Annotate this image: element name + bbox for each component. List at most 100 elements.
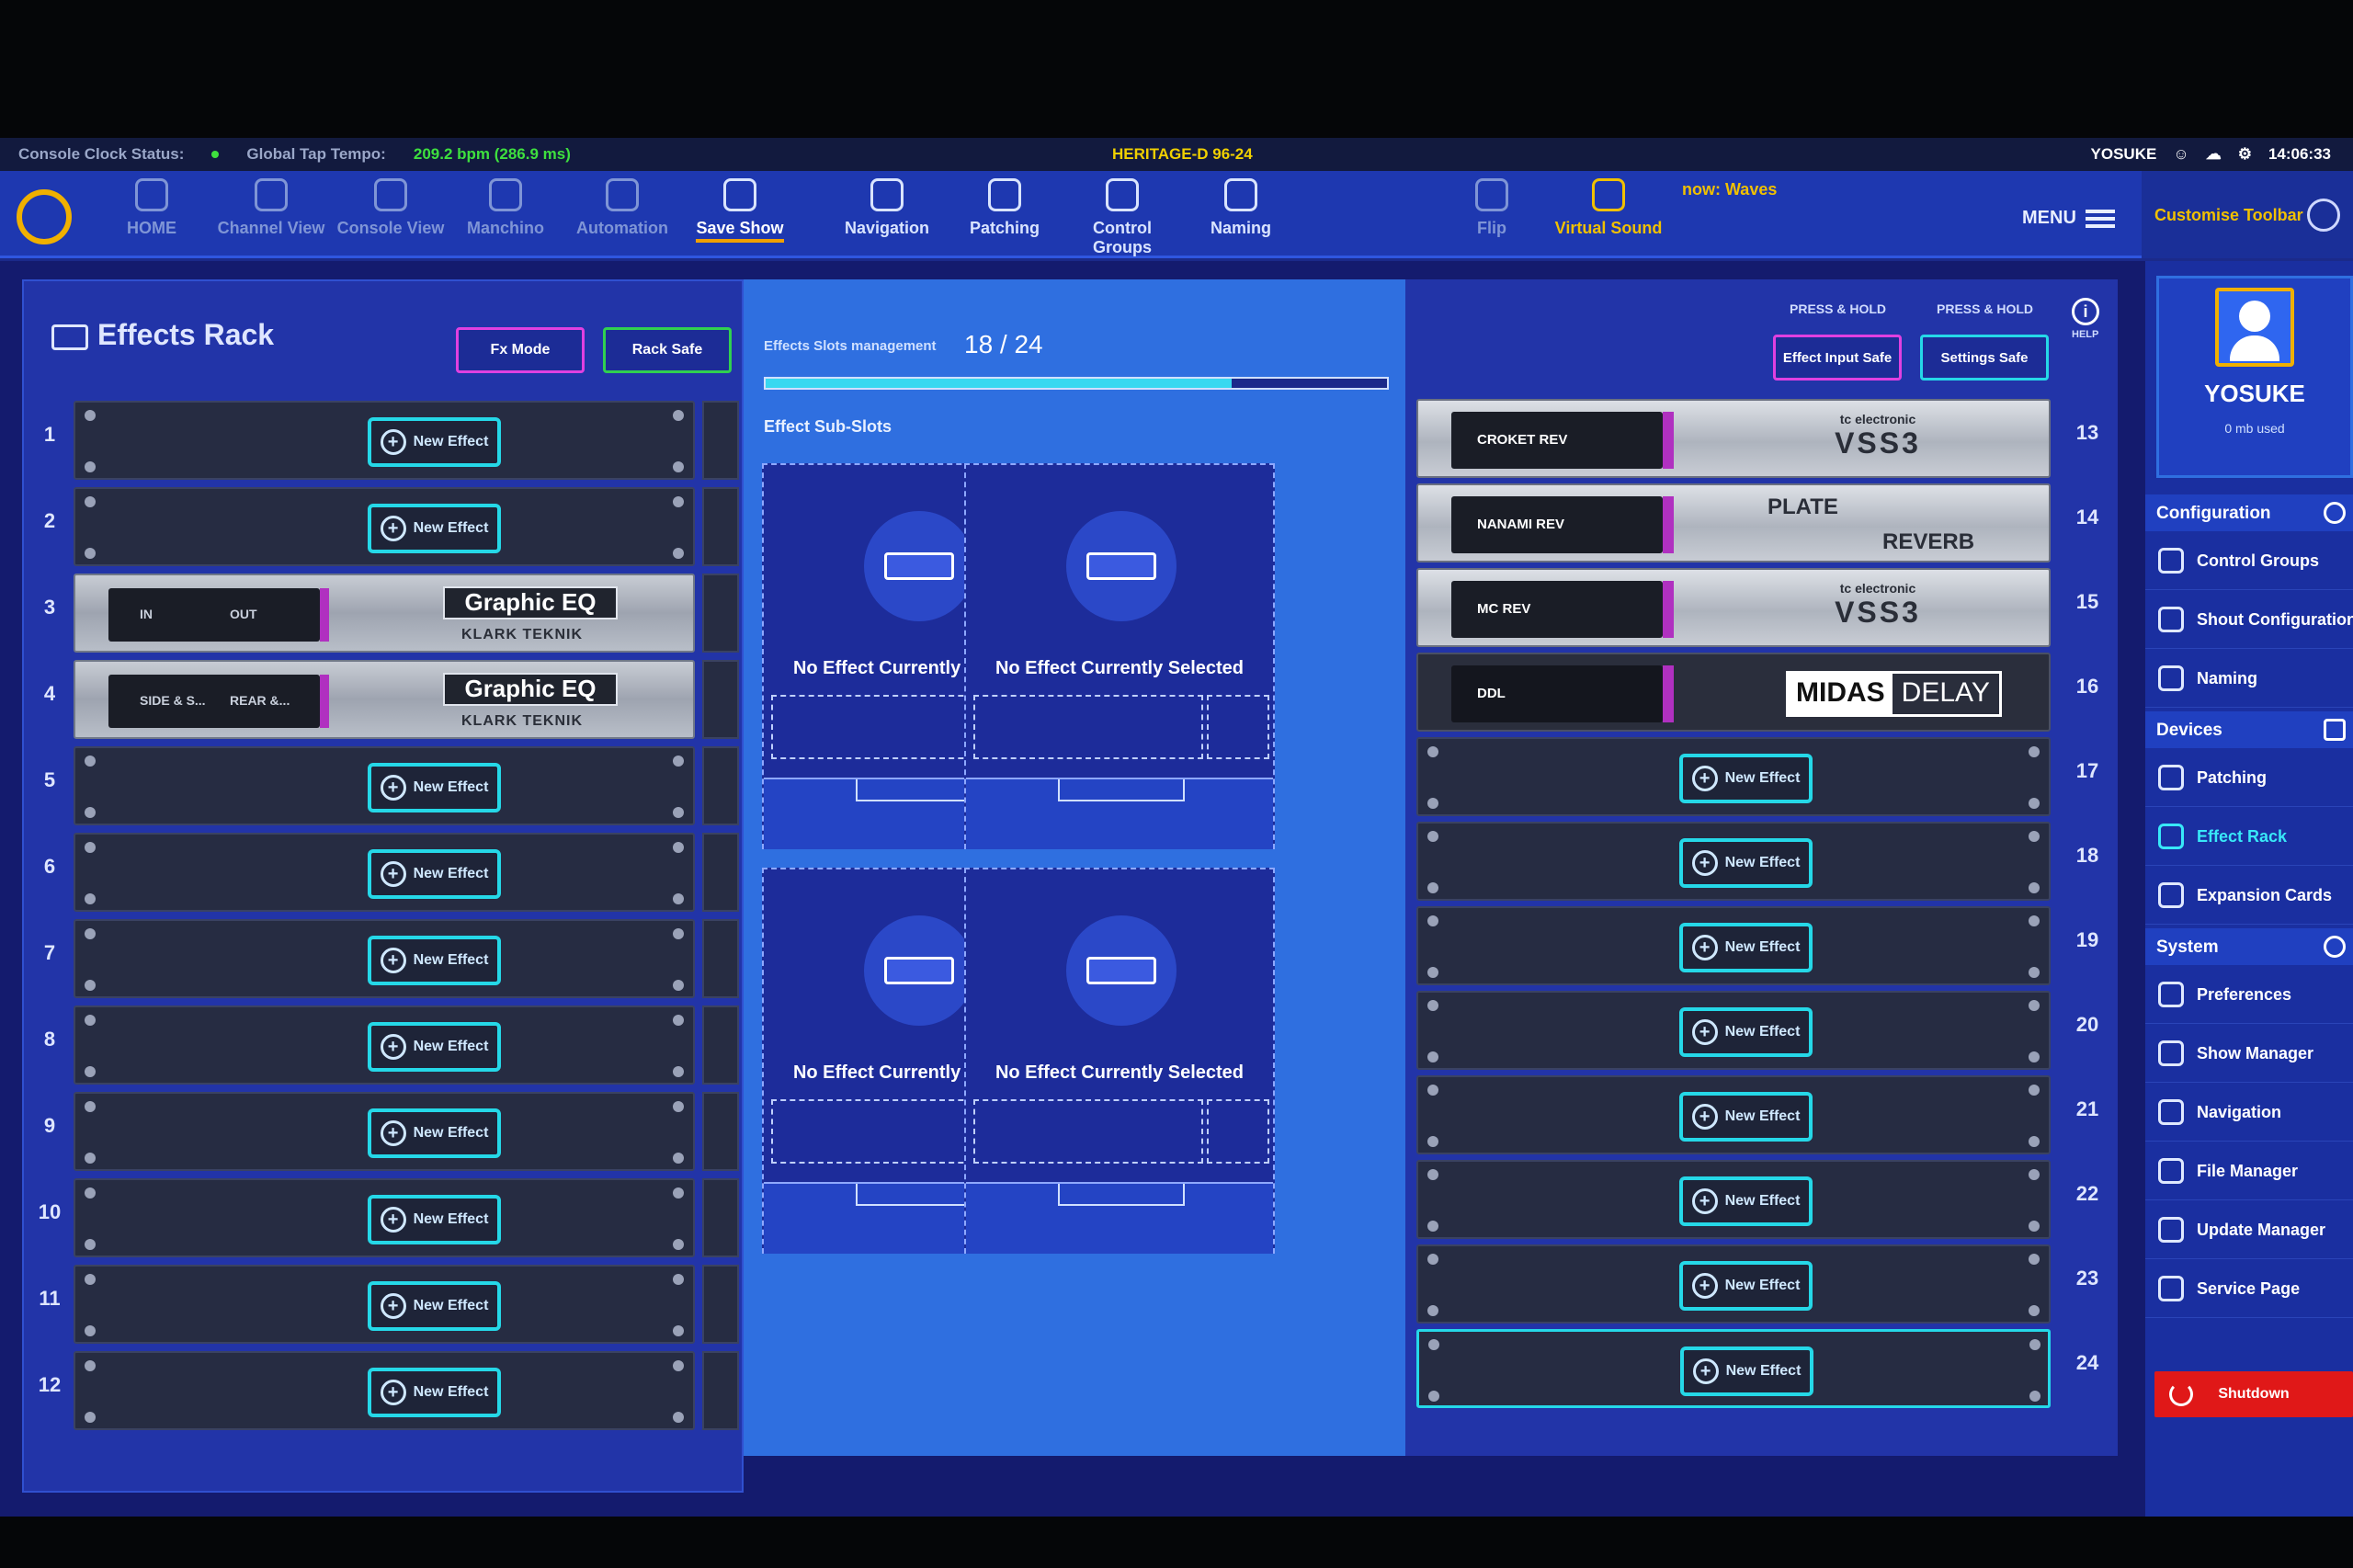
plus-icon: + bbox=[380, 948, 406, 973]
rack-slot-number: 12 bbox=[38, 1373, 62, 1396]
toolbar-control-groups[interactable]: Control Groups bbox=[1067, 178, 1177, 257]
new-effect-button[interactable]: + New Effect bbox=[1679, 923, 1813, 972]
new-effect-button[interactable]: + New Effect bbox=[368, 1022, 501, 1072]
reverb-unit[interactable]: CROKET REV tc electronic VSS3 bbox=[1416, 399, 2051, 478]
storage-usage: 0 mb used bbox=[2224, 421, 2285, 436]
new-effect-button[interactable]: + New Effect bbox=[368, 849, 501, 899]
plus-icon: + bbox=[380, 861, 406, 887]
rack-screw-icon bbox=[2029, 915, 2040, 926]
main-area: Effects Rack Fx Mode Rack Safe 1 + New Eff… bbox=[0, 261, 2353, 1517]
sidebar: YOSUKE 0 mb used Configuration Control G… bbox=[2145, 261, 2353, 1517]
graphic-eq-unit[interactable]: IN OUT Graphic EQ KLARK TEKNIK bbox=[74, 574, 695, 653]
sidebar-item-service-page[interactable]: Service Page bbox=[2145, 1259, 2353, 1318]
toolbar-navigation[interactable]: Navigation bbox=[832, 178, 942, 238]
unit-name: MC REV bbox=[1451, 581, 1663, 638]
effect-sub-slot[interactable]: No Effect Currently Selected bbox=[964, 868, 1275, 1254]
toolbar-home[interactable]: HOME bbox=[97, 178, 207, 238]
help-label: HELP bbox=[2072, 329, 2099, 340]
rack-icon bbox=[51, 324, 88, 350]
sidebar-item-shout-configuration[interactable]: Shout Configuration bbox=[2145, 590, 2353, 649]
plus-icon: + bbox=[1691, 1019, 1718, 1045]
settings-safe-button[interactable]: Settings Safe bbox=[1920, 335, 2049, 381]
sub-slot-footer bbox=[966, 778, 1273, 849]
new-effect-button[interactable]: + New Effect bbox=[368, 1195, 501, 1244]
plus-icon: + bbox=[380, 429, 406, 455]
new-effect-button[interactable]: + New Effect bbox=[1680, 1346, 1813, 1396]
menu-button[interactable]: MENU bbox=[2022, 208, 2115, 229]
toolbar-save-show[interactable]: Save Show bbox=[685, 178, 795, 243]
reverb-unit[interactable]: MC REV tc electronic VSS3 bbox=[1416, 568, 2051, 647]
new-effect-button[interactable]: + New Effect bbox=[1679, 1261, 1813, 1311]
new-effect-button[interactable]: + New Effect bbox=[368, 763, 501, 812]
reverb-unit[interactable]: NANAMI REV PLATE REVERB bbox=[1416, 483, 2051, 562]
customise-toolbar-button[interactable]: Customise Toolbar bbox=[2142, 171, 2353, 258]
user-card[interactable]: YOSUKE 0 mb used bbox=[2156, 276, 2353, 478]
toolbar-naming[interactable]: Naming bbox=[1186, 178, 1296, 238]
fx-mode-button[interactable]: Fx Mode bbox=[456, 327, 585, 373]
new-effect-label: New Effect bbox=[1724, 1024, 1801, 1040]
toolbar-console-view[interactable]: Console View bbox=[335, 178, 446, 238]
rack-screw-icon bbox=[673, 1153, 684, 1164]
sidebar-item-preferences[interactable]: Preferences bbox=[2145, 965, 2353, 1024]
new-effect-button[interactable]: + New Effect bbox=[368, 417, 501, 467]
shutdown-button[interactable]: Shutdown bbox=[2154, 1371, 2353, 1417]
tc-electronic-label: tc electronic bbox=[1839, 412, 1916, 426]
rack-slot-number: 15 bbox=[2075, 590, 2099, 613]
new-effect-button[interactable]: + New Effect bbox=[368, 1368, 501, 1417]
sidebar-item-naming[interactable]: Naming bbox=[2145, 649, 2353, 708]
toolbar-automation[interactable]: Automation bbox=[567, 178, 677, 238]
service-page-icon bbox=[2158, 1276, 2184, 1301]
new-effect-button[interactable]: + New Effect bbox=[1679, 1092, 1813, 1142]
sidebar-item-update-manager[interactable]: Update Manager bbox=[2145, 1200, 2353, 1259]
new-effect-button[interactable]: + New Effect bbox=[1679, 1176, 1813, 1226]
rack-row: 8 + New Effect bbox=[31, 1006, 739, 1086]
empty-rack-slot: + New Effect bbox=[74, 833, 695, 912]
sidebar-item-control-groups[interactable]: Control Groups bbox=[2145, 531, 2353, 590]
midas-logo-icon[interactable] bbox=[17, 189, 72, 244]
new-effect-button[interactable]: + New Effect bbox=[1679, 754, 1813, 803]
rack-screw-icon bbox=[673, 1101, 684, 1112]
effect-input-safe-button[interactable]: Effect Input Safe bbox=[1773, 335, 1902, 381]
sidebar-item-navigation[interactable]: Navigation bbox=[2145, 1083, 2353, 1142]
control-groups-icon bbox=[1106, 178, 1139, 211]
new-effect-label: New Effect bbox=[413, 952, 489, 968]
plus-icon: + bbox=[380, 1293, 406, 1319]
midas-delay-unit[interactable]: DDL MIDAS DELAY bbox=[1416, 653, 2051, 732]
rack-screw-icon bbox=[1427, 1051, 1438, 1062]
rack-screw-icon bbox=[2029, 1085, 2040, 1096]
new-effect-button[interactable]: + New Effect bbox=[1679, 1007, 1813, 1057]
sidebar-item-patching[interactable]: Patching bbox=[2145, 748, 2353, 807]
sidebar-item-expansion-cards[interactable]: Expansion Cards bbox=[2145, 866, 2353, 925]
naming-icon bbox=[1224, 178, 1257, 211]
new-effect-button[interactable]: + New Effect bbox=[368, 936, 501, 985]
rack-screw-icon bbox=[2029, 798, 2040, 809]
sidebar-item-effect-rack[interactable]: Effect Rack bbox=[2145, 807, 2353, 866]
new-effect-button[interactable]: + New Effect bbox=[1679, 838, 1813, 888]
sidebar-item-show-manager[interactable]: Show Manager bbox=[2145, 1024, 2353, 1083]
help-icon[interactable]: i bbox=[2072, 298, 2099, 325]
graphic-eq-unit[interactable]: SIDE & S... REAR &... Graphic EQ KLARK TEKN… bbox=[74, 660, 695, 739]
toolbar-manchino[interactable]: Manchino bbox=[450, 178, 561, 238]
toolbar-virtual-sound[interactable]: Virtual Sound bbox=[1553, 178, 1664, 238]
sub-slot-field bbox=[973, 695, 1203, 759]
rack-safe-button[interactable]: Rack Safe bbox=[603, 327, 732, 373]
toolbar-channel-view[interactable]: Channel View bbox=[216, 178, 326, 238]
new-effect-button[interactable]: + New Effect bbox=[368, 504, 501, 553]
new-effect-button[interactable]: + New Effect bbox=[368, 1108, 501, 1158]
tc-electronic-label: tc electronic bbox=[1839, 581, 1916, 596]
user-icon: ☺ bbox=[2173, 145, 2189, 163]
rack-slot-number: 23 bbox=[2075, 1267, 2099, 1290]
midas-delay-logo: MIDAS DELAY bbox=[1786, 671, 2002, 717]
toolbar-patching[interactable]: Patching bbox=[949, 178, 1060, 238]
rack-device-icon bbox=[884, 552, 954, 580]
rack-screw-icon bbox=[673, 1187, 684, 1199]
toolbar-flip[interactable]: Flip bbox=[1437, 178, 1547, 238]
new-effect-label: New Effect bbox=[413, 434, 489, 449]
effect-sub-slot[interactable]: No Effect Currently Selected bbox=[964, 463, 1275, 849]
rack-screw-icon bbox=[673, 461, 684, 472]
rack-screw-icon bbox=[1427, 967, 1438, 978]
new-effect-button[interactable]: + New Effect bbox=[368, 1281, 501, 1331]
rack-screw-icon bbox=[85, 1239, 96, 1250]
preferences-icon bbox=[2158, 982, 2184, 1007]
sidebar-item-file-manager[interactable]: File Manager bbox=[2145, 1142, 2353, 1200]
